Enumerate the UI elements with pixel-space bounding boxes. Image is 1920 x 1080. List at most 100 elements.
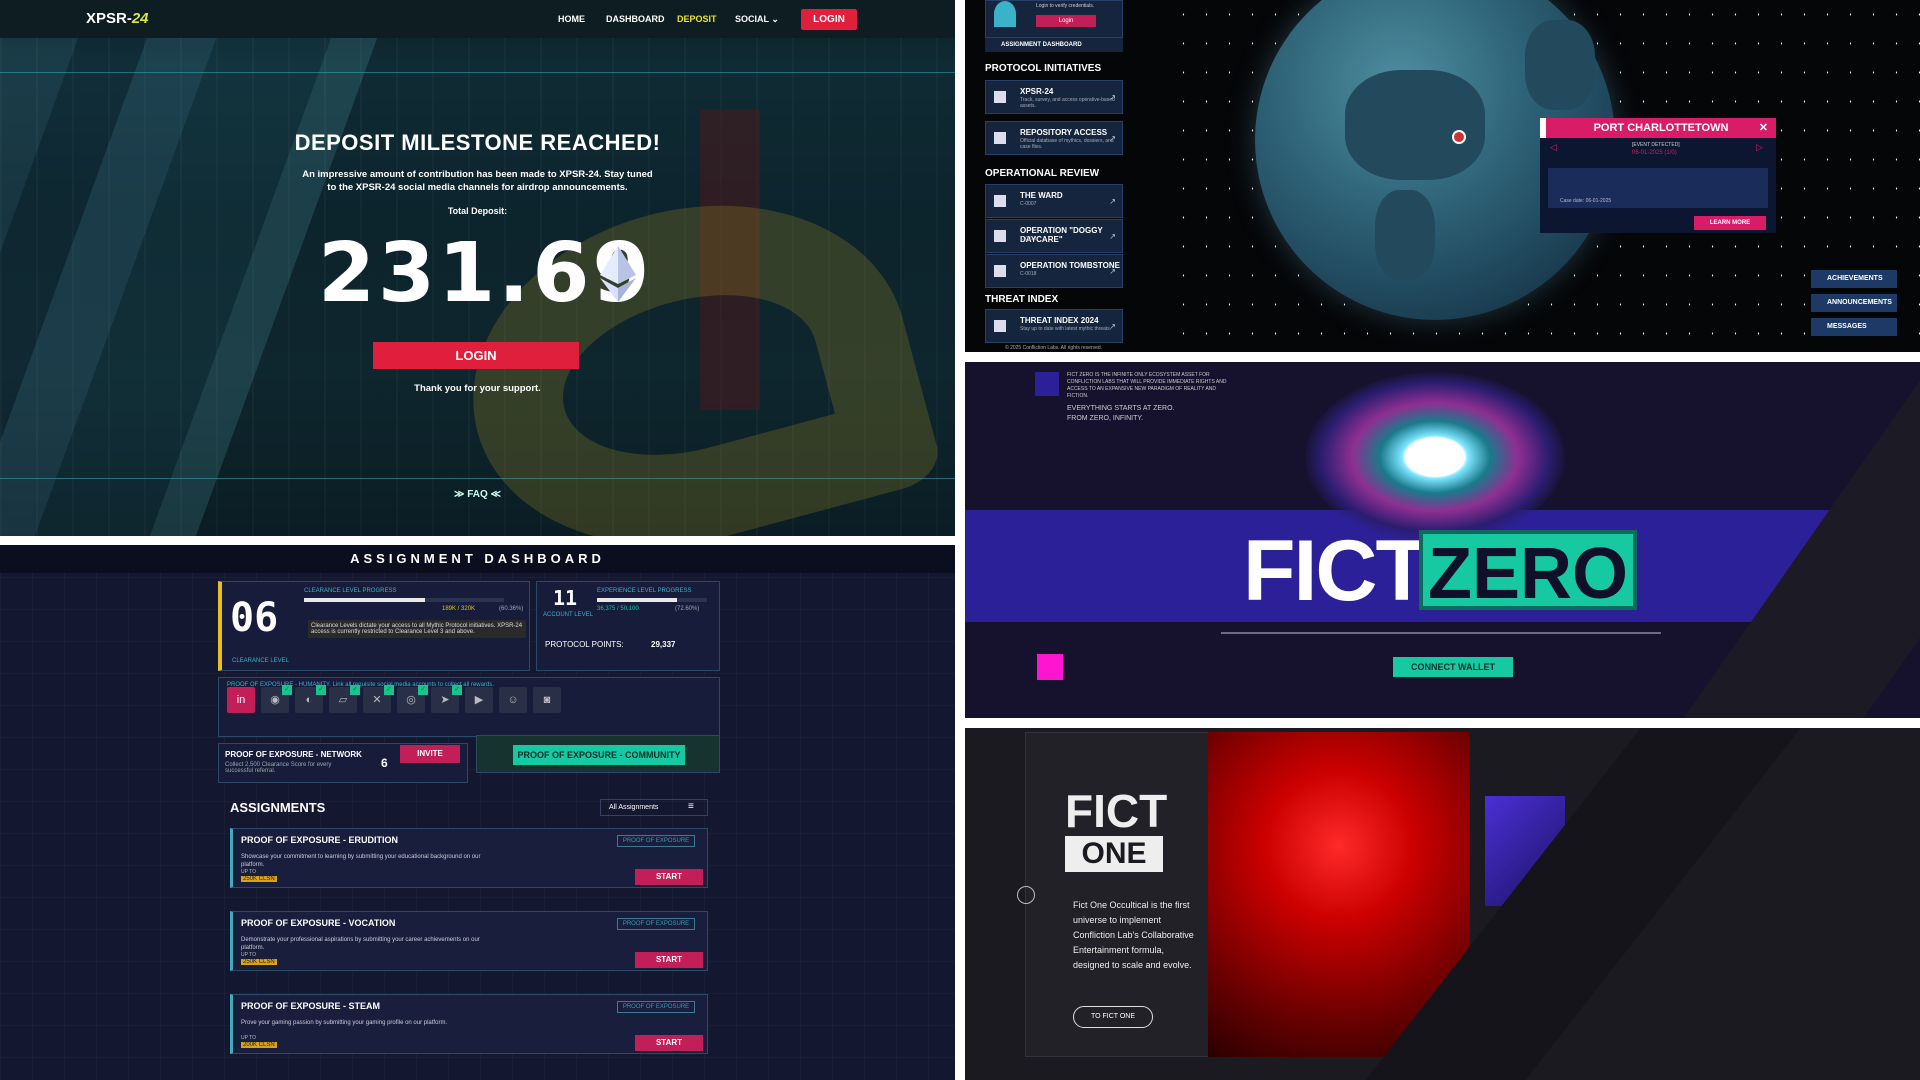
item-desc: Stay up to date with latest mythic threa…: [1020, 326, 1112, 332]
external-link-icon: ↗: [1109, 93, 1116, 102]
item-title: OPERATION TOMBSTONE: [1020, 261, 1121, 270]
profile-icon[interactable]: ☺: [499, 687, 527, 713]
filter-icon[interactable]: ≡: [688, 801, 694, 812]
start-button[interactable]: START: [635, 869, 703, 885]
start-button[interactable]: START: [635, 952, 703, 968]
poe-network-note: Collect 2,500 Clearance Score for every …: [225, 762, 332, 774]
login-prompt: Login to verify credentials.: [1036, 3, 1095, 9]
fict-zero-panel: FICT ZERO IS THE INFINITE ONLY ECOSYSTEM…: [965, 362, 1920, 718]
login-button[interactable]: LOGIN: [373, 342, 579, 369]
clearance-progress-bar: [304, 598, 504, 602]
poe-community-button[interactable]: PROOF OF EXPOSURE - COMMUNITY: [513, 745, 685, 765]
to-fict-one-button[interactable]: TO FICT ONE: [1073, 1006, 1153, 1028]
nav-login-button[interactable]: LOGIN: [801, 9, 857, 30]
invite-button[interactable]: INVITE: [400, 745, 460, 763]
nav-social[interactable]: SOCIAL ⌄: [735, 14, 779, 25]
clearance-progress-value: 189K / 320K: [442, 606, 476, 612]
announcements-button[interactable]: ANNOUNCEMENTS: [1811, 294, 1897, 312]
login-card: Login to verify credentials. Login: [985, 0, 1123, 38]
sidebar-item-xpsr[interactable]: XPSR-24 Track, survey, and access operati…: [985, 80, 1123, 114]
globe-panel: Login to verify credentials. Login ASSIG…: [965, 0, 1920, 352]
assignment-desc: Prove your gaming passion by submitting …: [241, 1020, 448, 1026]
section-protocol: PROTOCOL INITIATIVES: [985, 63, 1102, 74]
divider: [0, 478, 955, 479]
xpsr-icon: [994, 91, 1006, 103]
assignment-dashboard-panel: ASSIGNMENT DASHBOARD CLEARANCE LEVEL PRO…: [0, 545, 955, 1080]
account-card: 11 ACCOUNT LEVEL EXPERIENCE LEVEL PROGRE…: [536, 581, 720, 671]
instagram-icon[interactable]: ◙: [533, 687, 561, 713]
top-nav: XPSR-24 HOME DASHBOARD DEPOSIT SOCIAL ⌄ …: [0, 0, 955, 38]
divider: [1221, 632, 1661, 634]
book-icon: [994, 132, 1006, 144]
assignment-dashboard-link[interactable]: ASSIGNMENT DASHBOARD: [985, 38, 1123, 52]
check-icon: ✓: [350, 685, 360, 695]
external-link-icon: ↗: [1109, 134, 1116, 143]
clearance-level-label: CLEARANCE LEVEL: [232, 658, 290, 664]
nav-dashboard[interactable]: DASHBOARD: [606, 14, 665, 24]
continent: [1345, 70, 1485, 180]
start-button[interactable]: START: [635, 1035, 703, 1051]
learn-more-button[interactable]: LEARN MORE: [1694, 216, 1766, 230]
external-link-icon: ↗: [1109, 197, 1116, 206]
protocol-points-value: 29,337: [651, 640, 676, 649]
milestone-heading: DEPOSIT MILESTONE REACHED!: [294, 130, 661, 155]
external-link-icon: ↗: [1109, 232, 1116, 241]
messages-button[interactable]: MESSAGES: [1811, 318, 1897, 336]
book-icon: [994, 230, 1006, 242]
popup-title: PORT CHARLOTTETOWN ✕: [1540, 118, 1776, 138]
achievements-button[interactable]: ACHIEVEMENTS: [1811, 270, 1897, 288]
carousel-dot-icon[interactable]: [1017, 886, 1035, 904]
item-desc: C-0007: [1020, 201, 1037, 207]
assignment-tag: PROOF OF EXPOSURE: [617, 835, 695, 847]
ethereum-icon: [600, 246, 636, 302]
check-icon: ✓: [452, 685, 462, 695]
xp-progress-label: EXPERIENCE LEVEL PROGRESS: [597, 588, 692, 594]
poe-network-title: PROOF OF EXPOSURE - NETWORK: [225, 750, 362, 759]
nav-home[interactable]: HOME: [558, 14, 585, 24]
reward-label: UP TO: [241, 1035, 257, 1041]
referral-count: 6: [381, 756, 388, 770]
sidebar-item-threat-index[interactable]: THREAT INDEX 2024 Stay up to date with la…: [985, 309, 1123, 343]
thanks-text: Thank you for your support.: [414, 383, 541, 394]
fict-zero-tagline: EVERYTHING STARTS AT ZERO. FROM ZERO, INF…: [1067, 405, 1175, 422]
sidebar-item-tombstone[interactable]: OPERATION TOMBSTONE C-0018 ↗: [985, 254, 1123, 288]
item-desc: C-0013: [1020, 236, 1037, 242]
linkedin-icon[interactable]: in: [227, 687, 255, 713]
sidebar-item-repository[interactable]: REPOSITORY ACCESS Official database of my…: [985, 121, 1123, 155]
assignment-desc: Showcase your commitment to learning by …: [241, 854, 481, 868]
clearance-note: Clearance Levels dictate your access to …: [308, 620, 526, 638]
next-icon[interactable]: ▷: [1756, 142, 1763, 153]
check-icon: ✓: [282, 685, 292, 695]
assignment-card: PROOF OF EXPOSURE - ERUDITION PROOF OF E…: [230, 828, 708, 888]
faq-link[interactable]: ≫ FAQ ≪: [0, 489, 955, 500]
check-icon: ✓: [418, 685, 428, 695]
book-icon: [994, 195, 1006, 207]
reward-label: UP TO: [241, 952, 257, 958]
reward-label: UP TO: [241, 869, 257, 875]
total-deposit-label: Total Deposit:: [447, 206, 508, 216]
assignment-tag: PROOF OF EXPOSURE: [617, 1001, 695, 1013]
location-marker[interactable]: [1452, 130, 1466, 144]
sidebar-item-ward[interactable]: THE WARD C-0007 ↗: [985, 184, 1123, 218]
xp-progress-pct: (72.60%): [675, 606, 700, 612]
external-link-icon: ↗: [1109, 267, 1116, 276]
book-icon: [994, 320, 1006, 332]
reward-value: 200K CLSN: [241, 1042, 277, 1048]
xp-progress-bar: [597, 598, 707, 602]
section-threat: THREAT INDEX: [985, 294, 1059, 305]
clearance-progress-label: CLEARANCE LEVEL PROGRESS: [304, 588, 397, 594]
assignment-card: PROOF OF EXPOSURE - STEAM PROOF OF EXPOS…: [230, 994, 708, 1054]
assignment-title: PROOF OF EXPOSURE - ERUDITION: [241, 835, 399, 845]
divider: [0, 72, 955, 73]
account-level-label: ACCOUNT LEVEL: [543, 612, 593, 618]
item-title: XPSR-24: [1020, 87, 1054, 96]
sidebar-login-button[interactable]: Login: [1036, 15, 1096, 27]
xpsr-logo[interactable]: XPSR-24: [86, 10, 149, 27]
section-operational: OPERATIONAL REVIEW: [985, 168, 1100, 179]
nav-deposit[interactable]: DEPOSIT: [677, 14, 717, 24]
connect-wallet-button[interactable]: CONNECT WALLET: [1393, 657, 1513, 677]
youtube-icon[interactable]: ▶: [465, 687, 493, 713]
prev-icon[interactable]: ◁: [1550, 142, 1557, 153]
sidebar-item-doggy[interactable]: OPERATION "DOGGY DAYCARE" C-0013 ↗: [985, 219, 1123, 253]
close-icon[interactable]: ✕: [1759, 118, 1768, 138]
